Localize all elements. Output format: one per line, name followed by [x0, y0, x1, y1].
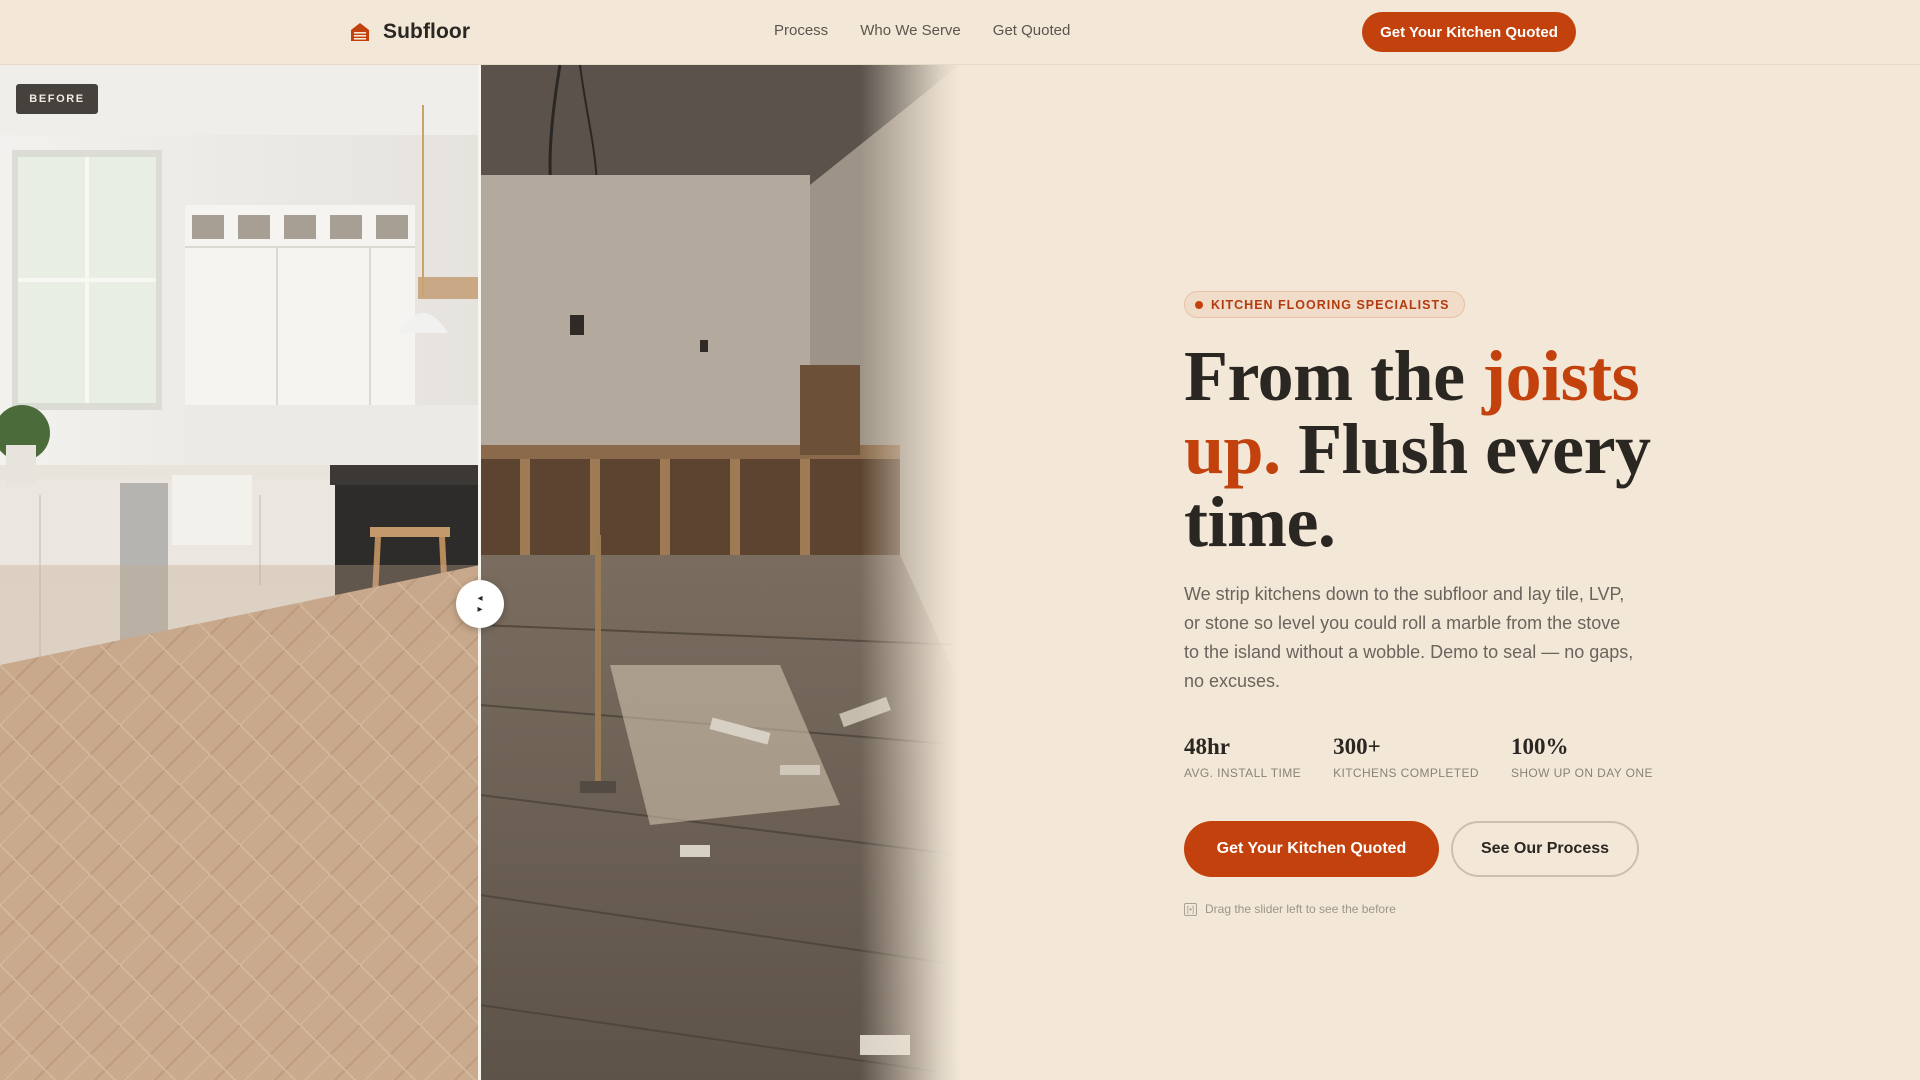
hero-headline: From the joists up. Flush every time.	[1184, 340, 1744, 559]
see-process-button[interactable]: See Our Process	[1451, 821, 1639, 877]
stats-row: 48hr AVG. INSTALL TIME 300+ KITCHENS COM…	[1184, 733, 1685, 780]
house-logo-icon	[351, 23, 369, 41]
arrow-right-icon: ▸	[477, 604, 483, 615]
top-nav: Subfloor Process Who We Serve Get Quoted…	[0, 0, 1920, 65]
brand[interactable]: Subfloor	[349, 18, 470, 46]
stat-show-up: 100% SHOW UP ON DAY ONE	[1511, 733, 1653, 780]
nav-link-who-we-serve[interactable]: Who We Serve	[860, 22, 961, 39]
slider-handle[interactable]: ◂ ▸	[456, 580, 504, 628]
before-after-slider[interactable]: BEFORE ◂ ▸	[0, 65, 960, 1080]
nav-link-get-quoted[interactable]: Get Quoted	[993, 22, 1071, 39]
nav-link-process[interactable]: Process	[774, 22, 828, 39]
stat-label: SHOW UP ON DAY ONE	[1510, 766, 1653, 780]
eyebrow-text: KITCHEN FLOORING SPECIALISTS	[1211, 297, 1450, 312]
slider-divider[interactable]	[478, 65, 481, 1080]
slider-hint: [•] Drag the slider left to see the befo…	[1184, 902, 1396, 916]
brand-name: Subfloor	[383, 20, 471, 43]
stat-value: 300+	[1333, 734, 1381, 759]
finished-kitchen-image	[0, 65, 480, 1080]
dot-icon	[1195, 300, 1203, 309]
stat-label: AVG. INSTALL TIME	[1184, 766, 1302, 780]
headline-part-1: From the	[1184, 336, 1483, 416]
image-fade-edge	[860, 65, 960, 1080]
nav-links: Process Who We Serve Get Quoted	[774, 22, 1070, 39]
eyebrow-badge: KITCHEN FLOORING SPECIALISTS	[1184, 291, 1466, 318]
slider-hint-text: Drag the slider left to see the before	[1205, 902, 1396, 916]
before-label: BEFORE	[16, 84, 98, 114]
drag-hint-icon: [•]	[1184, 902, 1197, 916]
nav-quote-button[interactable]: Get Your Kitchen Quoted	[1362, 12, 1576, 52]
hero-body: We strip kitchens down to the subfloor a…	[1184, 584, 1634, 691]
arrow-left-icon: ◂	[477, 593, 483, 604]
get-quote-button[interactable]: Get Your Kitchen Quoted	[1184, 821, 1439, 877]
stat-kitchens-completed: 300+ KITCHENS COMPLETED	[1333, 733, 1479, 780]
stat-install-time: 48hr AVG. INSTALL TIME	[1184, 733, 1301, 780]
stat-value: 100%	[1510, 734, 1569, 759]
stat-label: KITCHENS COMPLETED	[1333, 766, 1479, 780]
stat-value: 48hr	[1184, 734, 1230, 759]
